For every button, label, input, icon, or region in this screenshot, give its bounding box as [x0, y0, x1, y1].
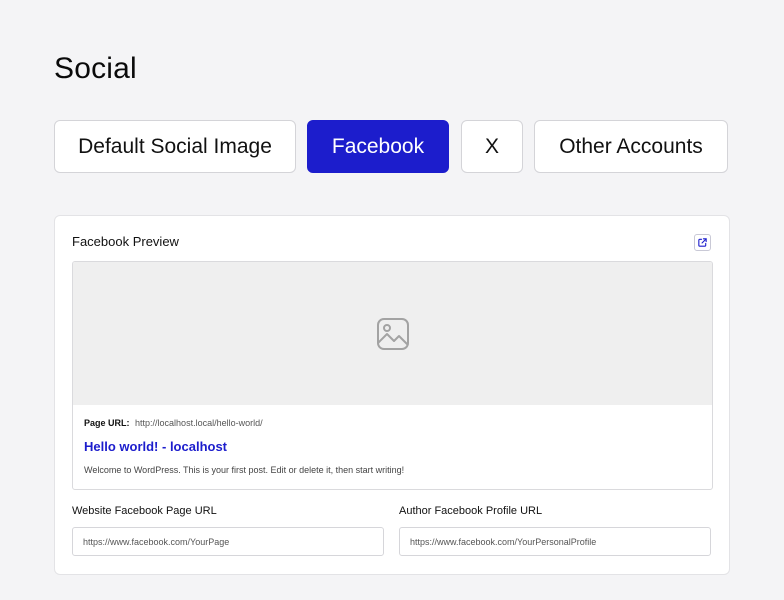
website-page-url-label: Website Facebook Page URL [72, 505, 217, 517]
page-url-label: Page URL: [84, 418, 130, 428]
website-page-url-input[interactable] [72, 527, 384, 556]
external-link-icon[interactable] [694, 234, 711, 251]
tab-other-accounts[interactable]: Other Accounts [534, 120, 728, 173]
tab-facebook[interactable]: Facebook [307, 120, 449, 173]
post-title-link[interactable]: Hello world! - localhost [84, 439, 227, 454]
author-profile-url-label: Author Facebook Profile URL [399, 505, 543, 517]
post-description: Welcome to WordPress. This is your first… [84, 465, 405, 475]
page-title: Social [54, 52, 137, 85]
tab-x[interactable]: X [461, 120, 523, 173]
tab-default-social-image[interactable]: Default Social Image [54, 120, 296, 173]
facebook-settings-card: Facebook Preview Page URL: http://localh… [54, 215, 730, 575]
author-profile-url-input[interactable] [399, 527, 711, 556]
facebook-preview: Page URL: http://localhost.local/hello-w… [72, 261, 713, 490]
preview-image-area [73, 262, 712, 405]
image-placeholder-icon [376, 317, 409, 350]
page-url-line: Page URL: http://localhost.local/hello-w… [84, 418, 263, 428]
page-url-value: http://localhost.local/hello-world/ [135, 418, 263, 428]
preview-title: Facebook Preview [72, 234, 179, 249]
